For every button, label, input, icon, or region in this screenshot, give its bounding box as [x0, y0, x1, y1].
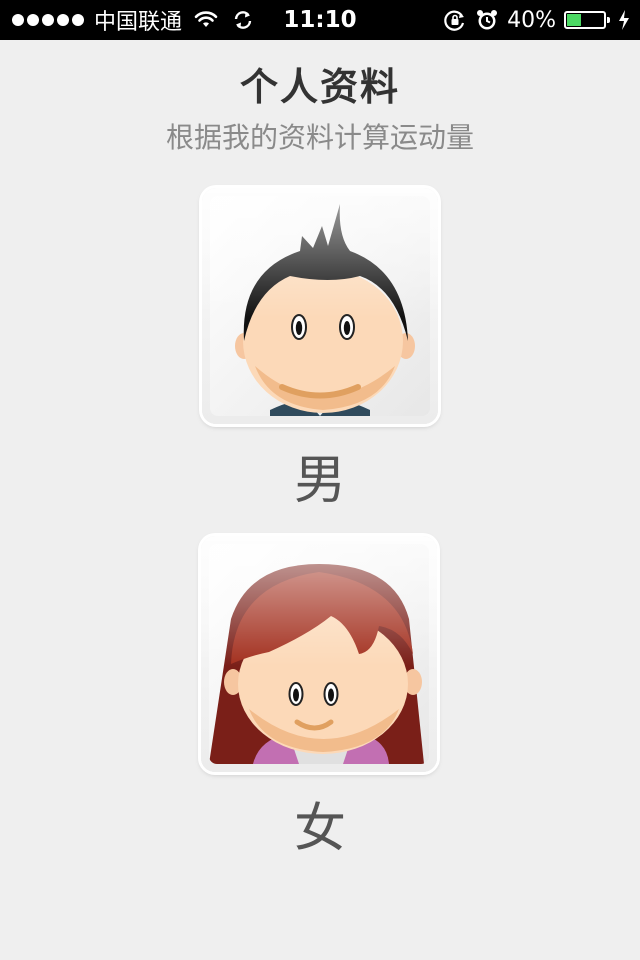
charging-bolt-icon — [619, 10, 629, 30]
status-bar-right: 40% — [443, 0, 630, 40]
male-avatar-frame — [210, 196, 430, 416]
male-label[interactable]: 男 — [0, 438, 640, 513]
page-subtitle: 根据我的资料计算运动量 — [165, 121, 474, 154]
alarm-icon — [477, 10, 498, 30]
female-label[interactable]: 女 — [0, 786, 640, 861]
male-avatar-button[interactable] — [202, 188, 438, 424]
female-avatar-button[interactable] — [201, 536, 437, 772]
status-bar: 中国联通 11:10 40% — [0, 0, 640, 40]
page-title: 个人资料 — [239, 65, 400, 109]
battery-icon — [564, 11, 610, 29]
rotation-lock-icon — [444, 10, 465, 31]
battery-percentage: 40% — [507, 7, 556, 33]
male-avatar — [235, 204, 415, 416]
battery-level-fill — [567, 14, 581, 26]
female-avatar-frame — [209, 544, 429, 764]
female-avatar — [209, 564, 424, 764]
